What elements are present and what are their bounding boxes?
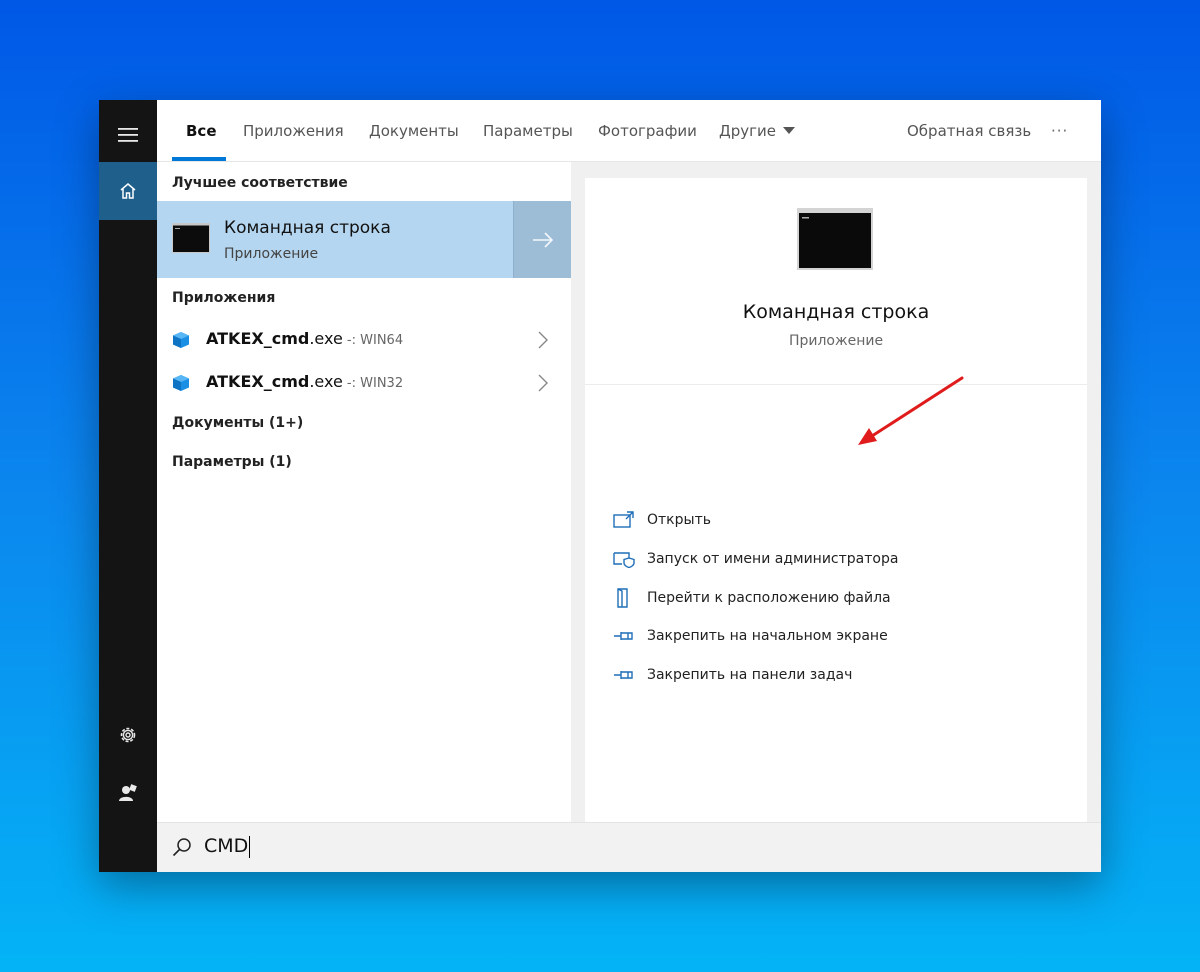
action-pin-to-taskbar[interactable]: Закрепить на панели задач	[613, 663, 852, 687]
feedback-button[interactable]: Обратная связь	[907, 100, 1031, 162]
command-prompt-large-icon	[797, 208, 873, 270]
action-open[interactable]: Открыть	[613, 508, 711, 532]
pin-icon	[614, 671, 633, 679]
tab-more-label: Другие	[719, 122, 776, 140]
details-title: Командная строка	[742, 301, 930, 323]
filter-tab-bar: Все Приложения Документы Параметры Фотог…	[157, 100, 1101, 162]
open-icon	[613, 511, 634, 528]
results-list: Лучшее соответствие Командная строка При…	[157, 162, 571, 822]
search-bar[interactable]: CMD	[157, 822, 1101, 872]
tab-more-dropdown[interactable]: Другие	[719, 100, 795, 162]
action-run-as-admin-label: Запуск от имени администратора	[647, 551, 899, 567]
account-button[interactable]	[99, 764, 157, 822]
app-icon	[173, 332, 189, 348]
action-open-file-location-label: Перейти к расположению файла	[647, 590, 891, 606]
action-pin-to-start-label: Закрепить на начальном экране	[647, 628, 888, 644]
best-match-title: Командная строка	[224, 218, 391, 238]
start-search-window: Все Приложения Документы Параметры Фотог…	[99, 100, 1101, 872]
action-pin-to-start[interactable]: Закрепить на начальном экране	[613, 624, 888, 648]
best-match-item[interactable]: Командная строка Приложение	[157, 201, 571, 278]
home-button[interactable]	[99, 162, 157, 220]
action-open-file-location[interactable]: Перейти к расположению файла	[613, 586, 891, 610]
more-options-button[interactable]: ···	[1051, 100, 1068, 162]
action-pin-to-taskbar-label: Закрепить на панели задач	[647, 667, 853, 683]
app-result-name: ATKEX_cmd.exe -: WIN64	[206, 329, 404, 348]
pin-icon	[614, 632, 633, 640]
shield-icon	[613, 552, 635, 568]
chevron-right-icon	[538, 331, 548, 349]
settings-button[interactable]	[99, 706, 157, 764]
search-icon	[172, 838, 191, 857]
file-location-icon	[617, 588, 628, 608]
arrow-right-icon	[532, 231, 553, 248]
search-input[interactable]: CMD	[204, 835, 251, 858]
divider	[585, 384, 1087, 385]
apps-heading: Приложения	[172, 290, 276, 306]
text-cursor	[249, 835, 251, 858]
open-details-button[interactable]	[513, 201, 571, 278]
tab-all[interactable]: Все	[186, 100, 217, 162]
user-icon	[119, 784, 137, 801]
app-result-name: ATKEX_cmd.exe -: WIN32	[206, 372, 404, 391]
action-run-as-admin[interactable]: Запуск от имени администратора	[613, 547, 898, 571]
tab-apps[interactable]: Приложения	[243, 100, 344, 162]
hamburger-icon	[118, 128, 138, 142]
main-area: Все Приложения Документы Параметры Фотог…	[157, 100, 1101, 872]
tab-settings[interactable]: Параметры	[483, 100, 573, 162]
caret-down-icon	[782, 127, 795, 134]
home-icon	[120, 183, 136, 199]
details-pane: Командная строка Приложение Открыть Запу…	[585, 178, 1087, 822]
app-icon	[173, 375, 189, 391]
side-rail	[99, 100, 157, 872]
best-match-heading: Лучшее соответствие	[172, 175, 348, 191]
tab-photos[interactable]: Фотографии	[598, 100, 697, 162]
chevron-right-icon	[538, 374, 548, 392]
tab-documents[interactable]: Документы	[369, 100, 459, 162]
active-tab-indicator	[172, 157, 226, 161]
best-match-subtitle: Приложение	[224, 246, 319, 262]
details-subtitle: Приложение	[788, 333, 884, 349]
command-prompt-icon	[172, 223, 210, 253]
app-result-item[interactable]: ATKEX_cmd.exe -: WIN64	[157, 318, 571, 362]
app-result-item[interactable]: ATKEX_cmd.exe -: WIN32	[157, 361, 571, 405]
documents-heading[interactable]: Документы (1+)	[172, 415, 303, 431]
settings-heading[interactable]: Параметры (1)	[172, 454, 292, 470]
hamburger-menu-button[interactable]	[99, 106, 157, 164]
action-open-label: Открыть	[647, 512, 711, 528]
gear-icon	[120, 727, 136, 743]
